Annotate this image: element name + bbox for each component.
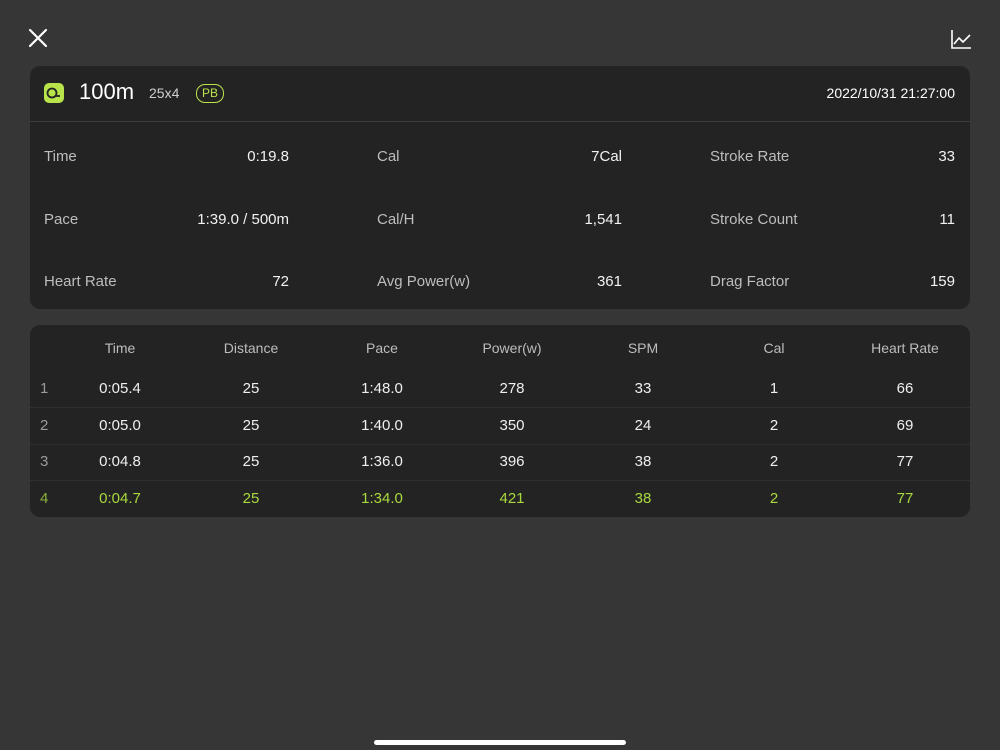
cell-spm: 38 (634, 490, 652, 507)
stat-label: Cal/H (377, 211, 415, 228)
stat-drag-factor: Drag Factor 159 (710, 270, 955, 294)
stat-label: Pace (44, 211, 79, 228)
close-button[interactable] (26, 26, 50, 50)
column-header-cal: Cal (763, 340, 785, 356)
table-row: 2 0:05.0 25 1:40.0 350 24 2 69 (30, 408, 970, 445)
column-header-spm: SPM (627, 340, 659, 356)
column-header-heart-rate: Heart Rate (871, 340, 939, 356)
stat-value: 1:39.0 / 500m (197, 211, 289, 228)
cell-pace: 1:40.0 (361, 417, 403, 434)
stat-value: 7Cal (591, 148, 622, 165)
workout-subtitle: 25x4 (149, 85, 180, 101)
cell-time: 0:04.8 (99, 453, 141, 470)
cell-heart-rate: 77 (896, 490, 914, 507)
stat-grid: Time 0:19.8 Cal 7Cal Stroke Rate 33 Pace… (30, 122, 970, 309)
column-header-distance: Distance (223, 340, 279, 356)
column-header-time: Time (104, 340, 136, 356)
stat-value: 361 (596, 273, 622, 290)
workout-date: 2022/10/31 21:27:00 (826, 85, 955, 101)
cell-time: 0:05.4 (99, 380, 141, 397)
stat-value: 72 (272, 273, 289, 290)
stat-pace: Pace 1:39.0 / 500m (44, 208, 289, 232)
stat-cal: Cal 7Cal (377, 145, 622, 169)
stat-value: 0:19.8 (247, 148, 289, 165)
cell-cal: 2 (769, 417, 779, 434)
table-header: Time Distance Pace Power(w) SPM Cal Hear… (30, 337, 970, 359)
cell-cal: 2 (769, 453, 779, 470)
splits-table: Time Distance Pace Power(w) SPM Cal Hear… (30, 325, 970, 517)
cell-heart-rate: 69 (896, 417, 914, 434)
stat-stroke-rate: Stroke Rate 33 (710, 145, 955, 169)
stat-time: Time 0:19.8 (44, 145, 289, 169)
home-indicator[interactable] (374, 740, 626, 745)
stat-heart-rate: Heart Rate 72 (44, 270, 289, 294)
stat-label: Heart Rate (44, 273, 117, 290)
summary-header: 100m 25x4 PB 2022/10/31 21:27:00 (30, 66, 970, 122)
row-index: 1 (40, 380, 49, 397)
rower-logo-icon (44, 83, 64, 103)
column-header-power: Power(w) (482, 340, 542, 356)
row-index: 3 (40, 453, 49, 470)
cell-distance: 25 (242, 380, 260, 397)
line-chart-icon (951, 30, 971, 49)
stat-label: Cal (377, 148, 400, 165)
cell-cal: 1 (769, 380, 779, 397)
stat-value: 159 (929, 273, 955, 290)
cell-time: 0:05.0 (99, 417, 141, 434)
cell-spm: 24 (634, 417, 652, 434)
cell-spm: 38 (634, 453, 652, 470)
pb-badge: PB (196, 84, 225, 103)
cell-pace: 1:36.0 (361, 453, 403, 470)
stat-value: 1,541 (584, 211, 622, 228)
cell-power: 278 (499, 380, 525, 397)
stat-label: Stroke Rate (710, 148, 790, 165)
cell-heart-rate: 66 (896, 380, 914, 397)
stat-avg-power: Avg Power(w) 361 (377, 270, 622, 294)
stat-cal-per-hour: Cal/H 1,541 (377, 208, 622, 232)
chart-button[interactable] (950, 28, 972, 50)
top-bar (0, 0, 1000, 66)
cell-distance: 25 (242, 490, 260, 507)
stat-label: Avg Power(w) (377, 273, 471, 290)
row-index: 2 (40, 417, 49, 434)
workout-title: 100m (79, 79, 135, 104)
column-header-pace: Pace (366, 340, 398, 356)
cell-distance: 25 (242, 453, 260, 470)
cell-pace: 1:48.0 (361, 380, 403, 397)
row-index: 4 (40, 490, 49, 507)
cell-pace: 1:34.0 (361, 490, 403, 507)
table-row: 3 0:04.8 25 1:36.0 396 38 2 77 (30, 444, 970, 481)
cell-distance: 25 (242, 417, 260, 434)
cell-time: 0:04.7 (99, 490, 141, 507)
table-row: 1 0:05.4 25 1:48.0 278 33 1 66 (30, 371, 970, 408)
table-row-best: 4 0:04.7 25 1:34.0 421 38 2 77 (30, 481, 970, 517)
cell-cal: 2 (769, 490, 779, 507)
workout-summary-card: 100m 25x4 PB 2022/10/31 21:27:00 Time 0:… (30, 66, 970, 309)
stat-label: Stroke Count (710, 211, 798, 228)
cell-heart-rate: 77 (896, 453, 914, 470)
stat-stroke-count: Stroke Count 11 (710, 208, 955, 232)
close-icon (28, 28, 48, 48)
stat-value: 33 (938, 148, 955, 165)
cell-power: 396 (499, 453, 525, 470)
stat-label: Time (44, 148, 77, 165)
cell-spm: 33 (634, 380, 652, 397)
cell-power: 421 (499, 490, 525, 507)
cell-power: 350 (499, 417, 525, 434)
stat-value: 11 (939, 211, 955, 228)
stat-label: Drag Factor (710, 273, 790, 290)
